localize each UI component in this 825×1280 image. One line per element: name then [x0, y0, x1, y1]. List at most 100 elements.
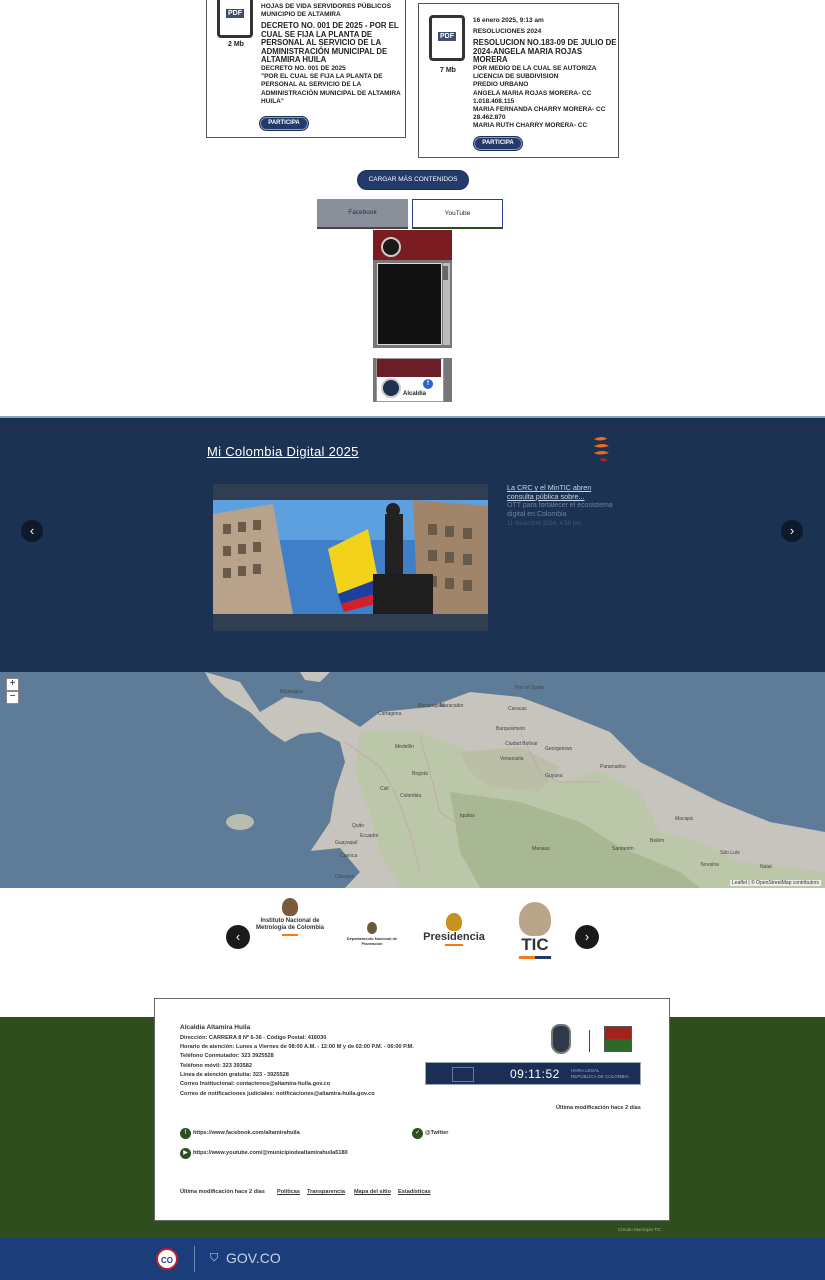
svg-text:Caracas: Caracas: [508, 706, 527, 712]
svg-text:Cartagena: Cartagena: [378, 711, 402, 717]
news-side-panel: La CRC y el MinTIC abren consulta públic…: [507, 483, 617, 529]
youtube-icon[interactable]: ▶: [180, 1148, 191, 1159]
load-more-button[interactable]: CARGAR MÁS CONTENIDOS: [357, 170, 469, 190]
logos-prev-button[interactable]: ‹: [226, 925, 250, 949]
coat-of-arms-icon: [282, 898, 298, 916]
footer-link-sitemap[interactable]: Mapa del sitio: [354, 1189, 391, 1195]
file-size: 7 Mb: [440, 67, 456, 74]
footer-link-transparencia[interactable]: Transparencia: [307, 1189, 345, 1195]
twitter-icon[interactable]: ✓: [412, 1128, 423, 1139]
coat-of-arms-icon: [367, 922, 377, 934]
svg-text:Port of Spain: Port of Spain: [515, 685, 544, 691]
logo-inm[interactable]: Instituto Nacional de Metrología de Colo…: [250, 898, 330, 944]
mcd-title-link[interactable]: Mi Colombia Digital 2025: [207, 444, 359, 459]
clock-label: REPÚBLICA DE COLOMBIA: [571, 1074, 629, 1079]
footer-link-estadisticas[interactable]: Estadísticas: [398, 1189, 431, 1195]
tab-youtube[interactable]: YouTube: [412, 199, 503, 229]
divider: [589, 1030, 590, 1052]
footer-link-politicas[interactable]: Políticas: [277, 1189, 300, 1195]
svg-text:Georgetown: Georgetown: [545, 746, 572, 752]
svg-text:Ecuador: Ecuador: [360, 833, 379, 839]
svg-text:Macapá: Macapá: [675, 816, 693, 822]
svg-text:Ciudad Bolívar: Ciudad Bolívar: [505, 741, 538, 747]
news-date: 11 diciembre 2024, 4:58 pm: [507, 521, 581, 527]
coat-of-arms-icon: [519, 902, 551, 936]
svg-text:Cuenca: Cuenca: [340, 853, 357, 859]
svg-text:Maracaibo: Maracaibo: [440, 703, 464, 709]
entity-name: Alcaldía Altamira Huila: [180, 1024, 251, 1031]
judicial-email[interactable]: Correo de notificaciones judiciales: not…: [180, 1091, 375, 1097]
facebook-link[interactable]: https://www.facebook.com/altamirahuila: [193, 1130, 300, 1136]
fb-page-name[interactable]: Alcaldía: [403, 391, 426, 397]
map-attribution[interactable]: Leaflet | © OpenStreetMap contributors: [730, 880, 821, 886]
svg-text:Cali: Cali: [380, 786, 389, 792]
svg-text:Venezuela: Venezuela: [500, 756, 524, 762]
pdf-file-icon[interactable]: PDF: [217, 0, 253, 38]
document-card: PDF 7 Mb 16 enero 2025, 9:13 am RESOLUCI…: [418, 3, 619, 158]
svg-text:São Luís: São Luís: [720, 850, 740, 856]
clock-time: 09:11:52: [510, 1067, 560, 1081]
document-title[interactable]: HOJAS DE VIDA SERVIDORES PÚBLICOS MUNICI…: [261, 3, 405, 106]
svg-text:Natal: Natal: [760, 864, 772, 870]
last-modified-bottom: Última modificación hace 2 días: [180, 1189, 265, 1195]
free-line: Línea de atención gratuita: 323 - 392552…: [180, 1072, 289, 1078]
twitter-link[interactable]: @Twitter: [425, 1130, 448, 1136]
municipal-shield-icon: [551, 1024, 571, 1054]
divider: [194, 1246, 195, 1272]
zoom-out-button[interactable]: −: [6, 691, 19, 704]
page-avatar: [381, 378, 401, 398]
inm-logo-icon: [452, 1067, 474, 1082]
svg-text:Guayaquil: Guayaquil: [335, 840, 358, 846]
logos-next-button[interactable]: ›: [575, 925, 599, 949]
facebook-icon[interactable]: f: [423, 379, 433, 389]
participa-button[interactable]: PARTICIPA: [259, 116, 309, 131]
phone: Teléfono Conmutador: 323 3925528: [180, 1053, 274, 1059]
clock-label: HORA LEGAL: [571, 1068, 600, 1073]
svg-text:Iquitos: Iquitos: [460, 813, 475, 819]
logo-dnp[interactable]: Departamento Nacional de Planeación: [345, 922, 399, 952]
svg-text:Chiclayo: Chiclayo: [335, 874, 354, 880]
svg-text:Manaus: Manaus: [532, 846, 550, 852]
mcd-logo-icon: [594, 437, 609, 462]
page-avatar: [381, 237, 401, 257]
participa-button[interactable]: PARTICIPA: [473, 136, 523, 151]
svg-text:Guyana: Guyana: [545, 773, 563, 779]
facebook-feed-widget[interactable]: f Alcaldía: [373, 230, 452, 402]
co-brand-badge[interactable]: CO: [156, 1248, 178, 1270]
mobile-phone: Teléfono móvil: 323 393582: [180, 1063, 253, 1069]
institutional-email[interactable]: Correo Institucional: contactenos@altami…: [180, 1081, 330, 1087]
last-modified: Última modificación hace 2 días: [556, 1105, 641, 1111]
svg-text:Santarém: Santarém: [612, 846, 634, 852]
tab-facebook[interactable]: Facebook: [317, 199, 408, 229]
location-map[interactable]: Nicaragua Cartagena Barranquilla Maracaibo…: [0, 672, 825, 888]
logo-presidencia[interactable]: Presidencia: [418, 913, 490, 957]
legal-time-clock: 09:11:52 HORA LEGAL REPÚBLICA DE COLOMBI…: [425, 1062, 641, 1085]
news-description: OTT para fortalecer el ecosistema digita…: [507, 502, 613, 518]
svg-text:Medellín: Medellín: [395, 744, 414, 750]
coat-of-arms-icon: [446, 913, 462, 931]
svg-text:Nicaragua: Nicaragua: [280, 689, 303, 695]
svg-text:Paramaribo: Paramaribo: [600, 764, 626, 770]
svg-text:Teresina: Teresina: [700, 862, 719, 868]
gov-shield-icon: ⛉: [210, 1252, 219, 1264]
zoom-in-button[interactable]: +: [6, 678, 19, 691]
youtube-link[interactable]: https://www.youtube.com/@municipiodealta…: [193, 1150, 348, 1156]
news-title-link[interactable]: La CRC y el MinTIC abren consulta públic…: [507, 483, 617, 501]
site-credit[interactable]: Creado Municipio TIC: [618, 1227, 661, 1232]
svg-text:Barquisimeto: Barquisimeto: [496, 726, 525, 732]
carousel-prev-button[interactable]: ‹: [21, 520, 43, 542]
svg-text:Belém: Belém: [650, 838, 664, 844]
municipal-flag-icon: [604, 1026, 632, 1052]
news-image[interactable]: [213, 484, 488, 631]
carousel-next-button[interactable]: ›: [781, 520, 803, 542]
facebook-icon[interactable]: f: [180, 1128, 191, 1139]
gov-co-bar: [0, 1238, 825, 1280]
logo-tic[interactable]: TIC: [513, 902, 557, 972]
address: Dirección: CARRERA 8 Nº 6-36 - Código Po…: [180, 1035, 327, 1041]
svg-text:Colombia: Colombia: [400, 793, 421, 799]
svg-text:Quito: Quito: [352, 823, 364, 829]
document-title[interactable]: 16 enero 2025, 9:13 am RESOLUCIONES 2024…: [473, 17, 617, 131]
video-frame[interactable]: [377, 263, 442, 345]
pdf-file-icon[interactable]: PDF: [429, 15, 465, 61]
gov-co-label[interactable]: GOV.CO: [226, 1250, 281, 1266]
